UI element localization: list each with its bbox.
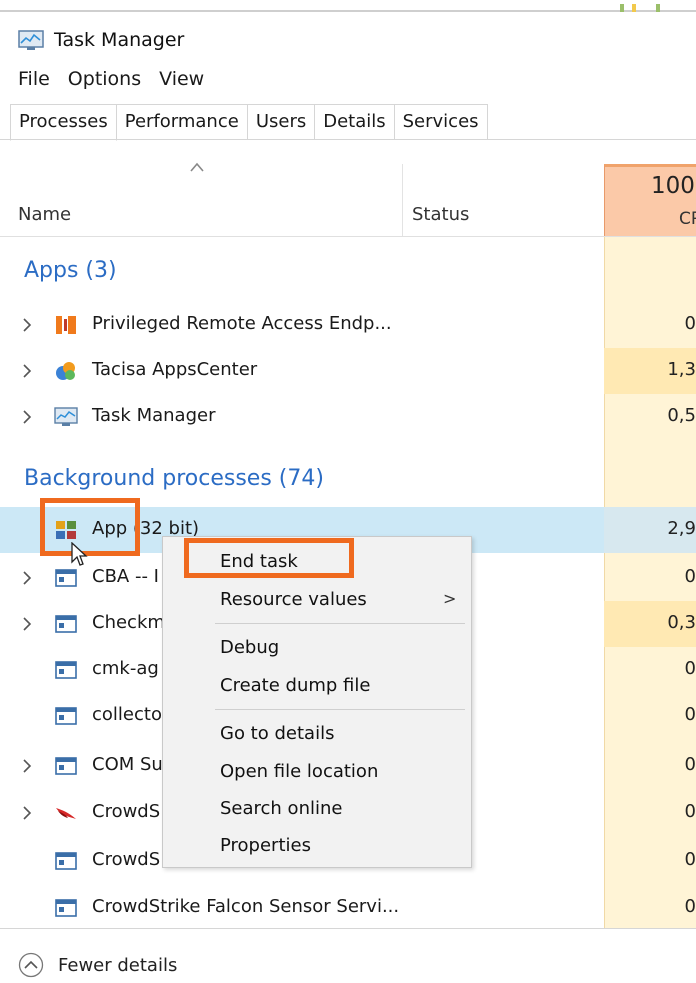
chevron-right-icon[interactable]: [22, 363, 32, 379]
column-cpu[interactable]: 100 CPU: [604, 164, 696, 236]
tab-performance[interactable]: Performance: [116, 104, 248, 140]
top-border: [0, 10, 696, 12]
window-icon: [55, 615, 77, 633]
process-name: Tacisa AppsCenter: [92, 359, 258, 380]
mouse-cursor-icon: [71, 542, 88, 566]
menu-file[interactable]: File: [18, 68, 50, 90]
menu-item-label: Properties: [220, 835, 311, 856]
menu-bar: File Options View: [18, 68, 204, 90]
process-cpu: 0,3: [667, 612, 696, 633]
process-cpu: 0: [684, 754, 696, 775]
tab-users[interactable]: Users: [247, 104, 316, 140]
menu-item-properties[interactable]: Properties: [163, 827, 471, 863]
process-cpu: 0: [684, 658, 696, 679]
tab-details[interactable]: Details: [315, 104, 395, 140]
process-name: Privileged Remote Access Endp...: [92, 313, 392, 334]
menu-item-label: Create dump file: [220, 675, 371, 696]
appscenter-icon: [56, 362, 75, 380]
fewer-details-button[interactable]: Fewer details: [18, 952, 177, 978]
cpu-total-percent: 100: [651, 173, 695, 199]
column-name[interactable]: Name: [18, 204, 71, 225]
process-cpu: 1,3: [667, 359, 696, 380]
process-row[interactable]: Task Manager 0,5: [0, 394, 696, 440]
process-cpu: 2,9: [667, 518, 696, 539]
fewer-details-label: Fewer details: [58, 954, 178, 976]
chevron-right-icon[interactable]: [22, 758, 32, 774]
process-cpu: 0: [684, 313, 696, 334]
window-title: Task Manager: [54, 29, 185, 51]
task-manager-window: Task Manager File Options View Processes…: [0, 0, 696, 983]
process-name: Checkm: [92, 612, 165, 633]
process-cpu: 0: [684, 704, 696, 725]
group-background-processes: Background processes (74): [24, 466, 324, 491]
column-status[interactable]: Status: [412, 204, 469, 225]
menu-item-create-dump-file[interactable]: Create dump file: [163, 667, 471, 703]
annotation-box-app: [40, 498, 140, 556]
process-name: CrowdS: [92, 849, 161, 870]
process-cpu: 0: [684, 896, 696, 917]
menu-options[interactable]: Options: [68, 68, 141, 90]
column-header: Name Status 100 CPU: [0, 140, 696, 236]
menu-separator: [215, 709, 465, 710]
menu-item-search-online[interactable]: Search online: [163, 790, 471, 826]
menu-item-label: Go to details: [220, 723, 335, 744]
task-manager-icon: [54, 407, 78, 426]
window-icon: [55, 569, 77, 587]
menu-item-open-file-location[interactable]: Open file location: [163, 753, 471, 789]
chevron-right-icon[interactable]: [22, 616, 32, 632]
window-icon: [55, 899, 77, 917]
task-manager-icon: [18, 30, 44, 50]
chevron-right-icon[interactable]: [22, 570, 32, 586]
process-name: collecto: [92, 704, 162, 725]
process-name: CBA -- I: [92, 566, 159, 587]
chevron-right-icon[interactable]: [22, 409, 32, 425]
tab-strip: Processes Performance Users Details Serv…: [10, 104, 488, 141]
window-icon: [55, 661, 77, 679]
window-icon: [55, 757, 77, 775]
title-bar: Task Manager: [18, 26, 184, 54]
menu-separator: [215, 623, 465, 624]
chevron-right-icon[interactable]: [22, 805, 32, 821]
tab-processes[interactable]: Processes: [10, 104, 117, 141]
column-separator: [402, 164, 403, 236]
tab-services[interactable]: Services: [394, 104, 488, 140]
context-menu: End task Resource values > Debug Create …: [162, 536, 472, 868]
process-row[interactable]: Tacisa AppsCenter 1,3: [0, 348, 696, 394]
process-cpu: 0: [684, 566, 696, 587]
process-row[interactable]: Privileged Remote Access Endp... 0: [0, 302, 696, 348]
cpu-column-label: CPU: [679, 209, 696, 229]
footer-divider: [0, 928, 696, 929]
menu-item-resource-values[interactable]: Resource values >: [163, 581, 471, 617]
menu-item-label: Search online: [220, 798, 343, 819]
window-icon: [55, 852, 77, 870]
process-name: CrowdS: [92, 801, 161, 822]
remote-access-icon: [56, 316, 76, 334]
process-name: CrowdStrike Falcon Sensor Servi...: [92, 896, 400, 917]
process-name: Task Manager: [92, 405, 216, 426]
process-row[interactable]: CrowdStrike Falcon Sensor Servi... 0: [0, 885, 696, 931]
group-apps: Apps (3): [24, 258, 117, 283]
process-name: COM Su: [92, 754, 163, 775]
window-icon: [55, 707, 77, 725]
sort-up-icon[interactable]: [190, 162, 204, 172]
menu-item-go-to-details[interactable]: Go to details: [163, 715, 471, 751]
menu-view[interactable]: View: [159, 68, 204, 90]
menu-item-debug[interactable]: Debug: [163, 629, 471, 665]
crowdstrike-icon: [56, 808, 76, 819]
chevron-up-circle-icon: [18, 952, 44, 978]
process-cpu: 0: [684, 849, 696, 870]
header-divider: [0, 236, 696, 237]
menu-item-label: Open file location: [220, 761, 379, 782]
process-cpu: 0: [684, 801, 696, 822]
process-name: cmk-ag: [92, 658, 159, 679]
top-decoration: [620, 4, 680, 12]
submenu-arrow-icon: >: [443, 589, 457, 608]
chevron-right-icon[interactable]: [22, 317, 32, 333]
annotation-box-end-task: [184, 538, 354, 578]
process-cpu: 0,5: [667, 405, 696, 426]
menu-item-label: Debug: [220, 637, 280, 658]
menu-item-label: Resource values: [220, 589, 367, 610]
